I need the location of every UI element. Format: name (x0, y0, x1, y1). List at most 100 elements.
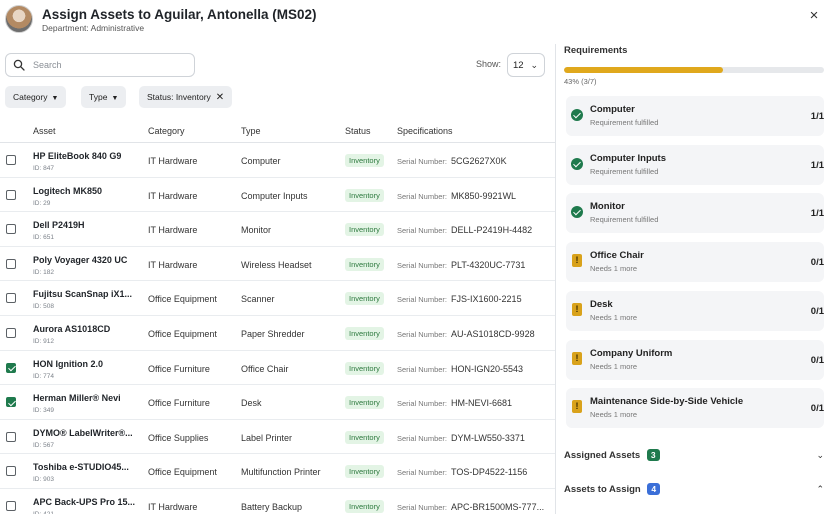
status-badge: Inventory (345, 500, 384, 513)
requirement-name: Monitor (590, 201, 625, 213)
row-checkbox[interactable] (6, 155, 16, 165)
page-size-value: 12 (513, 60, 524, 71)
table-row[interactable]: HON Ignition 2.0 ID: 774 Office Furniture O… (0, 351, 555, 386)
asset-specification: Serial Number: APC-BR1500MS-777... (397, 502, 544, 512)
table-row[interactable]: Dell P2419H ID: 651 IT Hardware Monitor Inve… (0, 212, 555, 247)
row-checkbox[interactable] (6, 501, 16, 511)
status-badge: Inventory (345, 223, 384, 237)
column-header-category[interactable]: Category (148, 126, 185, 136)
assigned-assets-section[interactable]: Assigned Assets 3 ⌄ (564, 449, 826, 467)
spec-value: MK850-9921WL (451, 190, 517, 201)
filter-category[interactable]: Category ▼ (5, 86, 67, 108)
assets-to-assign-count: 4 (647, 483, 661, 495)
table-row[interactable]: HP EliteBook 840 G9 ID: 847 IT Hardware Com… (0, 143, 555, 178)
requirements-panel: Requirements 43% (3/7) Computer Requireme… (556, 44, 834, 514)
department-label: Department: Administrative (42, 23, 145, 33)
requirement-status: Needs 1 more (590, 312, 638, 322)
asset-type: Computer Inputs (241, 190, 308, 201)
warning-icon (572, 254, 582, 268)
asset-name: Fujitsu ScanSnap iX1... (33, 289, 133, 300)
assigned-assets-count: 3 (646, 449, 660, 461)
table-row[interactable]: Poly Voyager 4320 UC ID: 182 IT Hardware Wi… (0, 247, 555, 282)
row-checkbox[interactable] (6, 431, 16, 442)
asset-name: Logitech MK850 (33, 185, 103, 196)
remove-filter-icon[interactable]: ✕ (216, 92, 224, 103)
asset-name: HP EliteBook 840 G9 (33, 151, 122, 161)
table-row[interactable]: DYMO® LabelWriter®... ID: 567 Office Suppl… (0, 420, 555, 455)
requirement-card: Computer Inputs Requirement fulfilled 1/1 (566, 144, 824, 185)
spec-key: Serial Number: (397, 157, 448, 166)
table-row[interactable]: Aurora AS1018CD ID: 912 Office Equipment Pa… (0, 316, 555, 351)
requirement-count: 1/1 (810, 208, 824, 220)
row-checkbox[interactable] (6, 258, 16, 269)
requirement-status: Requirement fulfilled (590, 215, 659, 225)
status-badge: Inventory (345, 396, 384, 410)
status-badge: Inventory (345, 257, 384, 271)
search-input[interactable]: Search (5, 53, 195, 77)
column-header-status[interactable]: Status (345, 126, 371, 136)
asset-specification: Serial Number: FJS-IX1600-2215 (397, 294, 522, 304)
status-badge: Inventory (345, 292, 384, 306)
assigned-assets-label: Assigned Assets (564, 450, 641, 461)
filter-category-label: Category (13, 92, 48, 102)
asset-id: ID: 349 (33, 407, 54, 415)
chevron-up-icon[interactable]: ⌃ (816, 484, 824, 495)
spec-value: HON-IGN20-5543 (451, 363, 524, 374)
filter-type[interactable]: Type ▼ (81, 86, 127, 108)
status-badge: Inventory (345, 430, 384, 444)
asset-category: Office Furniture (148, 398, 210, 409)
row-checkbox[interactable] (6, 362, 16, 373)
asset-list-panel: Search Show: 12 ⌄ Category ▼ Type ▼ Status… (0, 44, 555, 514)
filter-status[interactable]: Status: Inventory ✕ (139, 86, 233, 108)
asset-id: ID: 29 (33, 199, 51, 207)
row-checkbox[interactable] (6, 397, 16, 408)
column-header-type[interactable]: Type (241, 126, 261, 136)
page-size-select[interactable]: 12 ⌄ (507, 53, 545, 77)
table-row[interactable]: APC Back-UPS Pro 15...ID: 421IT Hardware… (0, 489, 555, 514)
asset-name: DYMO® LabelWriter®... (33, 427, 133, 438)
spec-key: Serial Number: (397, 191, 448, 201)
table-row[interactable]: Fujitsu ScanSnap iX1... ID: 508 Office Equ… (0, 281, 555, 316)
progress-text: 43% (3/7) (564, 77, 597, 86)
chevron-down-icon[interactable]: ⌄ (816, 450, 824, 461)
row-checkbox[interactable] (6, 293, 16, 304)
dialog-title: Assign Assets to Aguilar, Antonella (MS0… (42, 7, 317, 22)
spec-key: Serial Number: (397, 433, 448, 443)
asset-id: ID: 508 (33, 303, 54, 311)
asset-id: ID: 847 (33, 165, 54, 172)
search-icon (13, 59, 25, 71)
close-icon[interactable]: × (806, 8, 822, 24)
assets-to-assign-section[interactable]: Assets to Assign 4 ⌃ (564, 483, 826, 501)
row-checkbox[interactable] (6, 224, 16, 235)
dialog-header: Assign Assets to Aguilar, Antonella (MS0… (0, 0, 834, 44)
row-checkbox[interactable] (6, 466, 16, 477)
column-header-specifications[interactable]: Specifications (397, 126, 453, 136)
requirement-card: Maintenance Side-by-Side Vehicle Needs 1 … (566, 388, 824, 429)
asset-specification: Serial Number: DYM-LW550-3371 (397, 433, 525, 443)
requirement-card: Computer Requirement fulfilled 1/1 (566, 96, 824, 136)
requirement-card: Office Chair Needs 1 more 0/1 (566, 242, 824, 283)
asset-specification: Serial Number: HON-IGN20-5543 (397, 364, 523, 374)
status-badge: Inventory (345, 327, 384, 340)
status-badge: Inventory (345, 361, 384, 375)
asset-category: IT Hardware (148, 225, 198, 236)
spec-key: Serial Number: (397, 503, 448, 512)
show-label: Show: (476, 59, 502, 69)
row-checkbox[interactable] (6, 189, 16, 200)
status-badge: Inventory (345, 154, 384, 167)
filter-type-label: Type (89, 92, 108, 102)
asset-name: Toshiba e-STUDIO45... (33, 462, 129, 473)
requirement-name: Desk (590, 298, 613, 310)
table-row[interactable]: Herman Miller® Nevi ID: 349 Office Furnitu… (0, 385, 555, 420)
asset-specification: Serial Number: MK850-9921WL (397, 191, 516, 201)
table-row[interactable]: Toshiba e-STUDIO45... ID: 903 Office Equip… (0, 454, 555, 489)
warning-icon (572, 351, 582, 365)
check-circle-icon (571, 157, 583, 170)
column-header-asset[interactable]: Asset (33, 126, 56, 136)
spec-key: Serial Number: (397, 226, 448, 236)
row-checkbox[interactable] (6, 328, 16, 338)
check-circle-icon (571, 206, 583, 219)
asset-specification: Serial Number: PLT-4320UC-7731 (397, 260, 525, 270)
table-row[interactable]: Logitech MK850 ID: 29 IT Hardware Computer … (0, 178, 555, 213)
asset-type: Desk (241, 398, 262, 409)
